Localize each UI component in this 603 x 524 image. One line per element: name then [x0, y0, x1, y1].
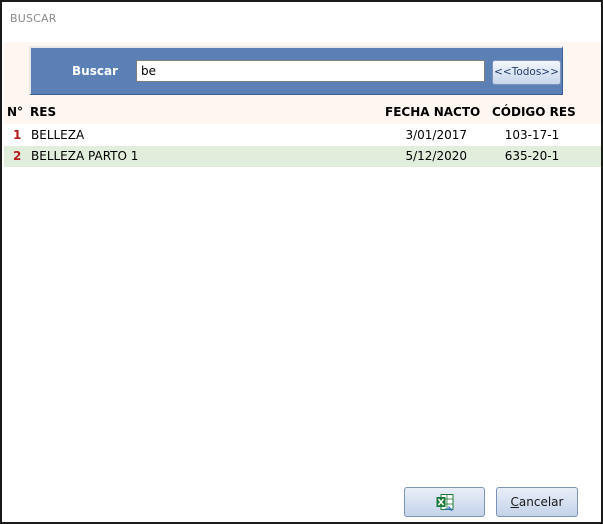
header-code: CÓDIGO RES — [492, 105, 576, 119]
row-number: 1 — [13, 128, 22, 142]
table-row[interactable]: 2 BELLEZA PARTO 1 5/12/2020 635-20-1 — [4, 146, 601, 167]
search-band: Buscar be <<Todos>> — [4, 42, 601, 100]
table-header: N° RES FECHA NACTO CÓDIGO RES — [4, 100, 601, 124]
cancel-label: ancelar — [518, 495, 564, 509]
row-code: 103-17-1 — [504, 128, 560, 142]
header-number: N° — [7, 105, 24, 119]
search-dialog: BUSCAR Buscar be <<Todos>> N° RES FECHA … — [0, 0, 603, 524]
table-row[interactable]: 1 BELLEZA 3/01/2017 103-17-1 — [4, 125, 601, 146]
row-res: BELLEZA — [31, 128, 85, 142]
cancel-button[interactable]: Cancelar — [496, 487, 578, 517]
cancel-mnemonic: C — [510, 495, 519, 509]
header-birth-date: FECHA NACTO — [385, 105, 481, 119]
search-input[interactable]: be — [136, 60, 485, 82]
search-panel: Buscar be <<Todos>> — [29, 46, 563, 95]
header-res: RES — [30, 105, 57, 119]
show-all-button[interactable]: <<Todos>> — [492, 60, 561, 85]
export-excel-button[interactable] — [404, 487, 485, 517]
excel-export-icon — [436, 494, 454, 511]
row-number: 2 — [13, 149, 22, 163]
window-title: BUSCAR — [10, 12, 57, 25]
row-res: BELLEZA PARTO 1 — [31, 149, 139, 163]
row-birth-date: 5/12/2020 — [405, 149, 467, 163]
row-code: 635-20-1 — [504, 149, 560, 163]
search-label: Buscar — [72, 64, 118, 78]
row-birth-date: 3/01/2017 — [405, 128, 467, 142]
